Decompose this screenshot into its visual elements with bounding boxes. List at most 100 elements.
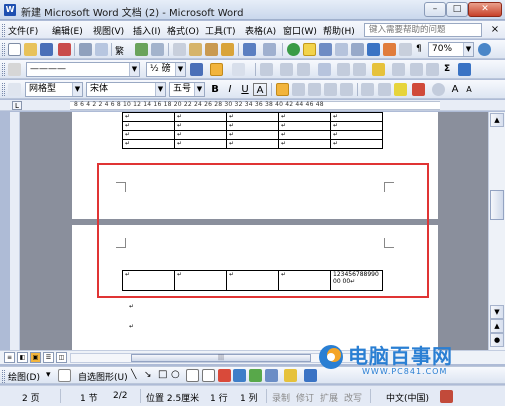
bold-button[interactable]: B (208, 83, 222, 96)
sort-ascending-icon[interactable] (410, 63, 423, 76)
columns-icon[interactable] (351, 43, 364, 56)
copy-icon[interactable] (189, 43, 202, 56)
toolbar-grip[interactable] (2, 83, 5, 96)
horizontal-ruler[interactable]: L 8 6 4 2 2 4 6 8 10 12 14 16 18 20 22 2… (0, 100, 505, 111)
table-cell[interactable]: ↵ (278, 121, 331, 131)
style-select[interactable]: 网格型 ▼ (25, 82, 83, 97)
font-size-select[interactable]: 五号 ▼ (169, 82, 205, 97)
table-cell[interactable]: ↵ (278, 112, 331, 122)
toolbar-grip[interactable] (2, 370, 5, 383)
table-autoformat-icon[interactable] (372, 63, 385, 76)
table-cell[interactable]: ↵ (174, 121, 227, 131)
help-search-input[interactable] (364, 23, 482, 37)
table-cell[interactable]: ↵ (226, 121, 279, 131)
paste-icon[interactable] (205, 43, 218, 56)
italic-button[interactable]: I (223, 83, 237, 96)
show-hide-icon[interactable] (399, 43, 412, 56)
menu-tools[interactable]: 工具(T) (205, 24, 236, 37)
toolbar-grip[interactable] (2, 43, 5, 56)
line-style-select[interactable]: ———— ▼ (26, 62, 140, 77)
table-cell[interactable]: ↵ (122, 130, 175, 140)
outline-view-icon[interactable]: ☰ (43, 352, 54, 363)
tables-borders-icon[interactable] (303, 43, 316, 56)
research-icon[interactable] (151, 43, 164, 56)
sort-descending-icon[interactable] (426, 63, 439, 76)
normal-view-icon[interactable]: ≡ (4, 352, 15, 363)
shrink-font-button[interactable]: A (462, 83, 476, 96)
status-overtype[interactable]: 改写 (344, 391, 362, 404)
font-select[interactable]: 宋体 ▼ (86, 82, 166, 97)
table-cell[interactable]: ↵ (122, 121, 175, 131)
diagram-icon[interactable] (233, 369, 246, 382)
table-cell[interactable]: ↵ (174, 130, 227, 140)
horizontal-scroll-thumb[interactable]: ||| (131, 354, 311, 362)
table-cell[interactable]: ↵ (174, 112, 227, 122)
outside-border-icon[interactable] (210, 63, 223, 76)
maximize-button[interactable]: □ (446, 2, 468, 17)
close-document-icon[interactable]: × (488, 23, 502, 37)
scroll-up-icon[interactable]: ▲ (490, 113, 504, 127)
undo-icon[interactable] (243, 43, 256, 56)
vertical-text-box-icon[interactable] (202, 369, 215, 382)
new-document-icon[interactable] (8, 43, 21, 56)
insert-table-dropdown-icon[interactable] (260, 63, 273, 76)
table-cell[interactable]: ↵ (226, 139, 279, 149)
draw-table-icon[interactable] (8, 63, 21, 76)
line-weight-select[interactable]: ½ 磅 ▼ (146, 62, 186, 77)
print-layout-view-icon[interactable]: ▣ (30, 352, 41, 363)
previous-page-icon[interactable]: ▲ (490, 319, 504, 333)
table-cell[interactable]: ↵ (174, 139, 227, 149)
scroll-down-icon[interactable]: ▼ (490, 305, 504, 319)
table-cell[interactable]: ↵ (278, 139, 331, 149)
table-cell[interactable]: ↵ (226, 130, 279, 140)
menu-table[interactable]: 表格(A) (245, 24, 276, 37)
table-cell[interactable]: ↵ (330, 121, 383, 131)
format-painter-icon[interactable] (221, 43, 234, 56)
tab-selector[interactable]: L (12, 101, 22, 110)
toolbar-grip[interactable] (2, 63, 5, 76)
reading-view-icon[interactable]: ◫ (56, 352, 67, 363)
drawing-icon[interactable] (367, 43, 380, 56)
status-record[interactable]: 录制 (272, 391, 290, 404)
font-color-icon[interactable] (412, 83, 425, 96)
align-icon[interactable] (318, 63, 331, 76)
insert-excel-icon[interactable] (335, 43, 348, 56)
autoshapes-menu[interactable]: 自选图形(U) (78, 370, 128, 383)
traditional-chinese-icon[interactable]: 繁 (115, 44, 124, 57)
split-cells-icon[interactable] (297, 63, 310, 76)
insert-table-icon[interactable] (319, 43, 332, 56)
vertical-ruler[interactable] (10, 112, 20, 350)
draw-menu[interactable]: 绘图(D) (8, 370, 40, 383)
highlight-icon[interactable] (394, 83, 407, 96)
scroll-thumb[interactable] (490, 190, 504, 220)
table-cell[interactable]: ↵ (122, 112, 175, 122)
close-button[interactable]: ✕ (468, 2, 502, 17)
border-color-icon[interactable] (190, 63, 203, 76)
align-left-icon[interactable] (276, 83, 289, 96)
help-icon[interactable] (478, 43, 491, 56)
cut-icon[interactable] (173, 43, 186, 56)
numbering-icon[interactable] (378, 83, 391, 96)
wordart-icon[interactable] (218, 369, 231, 382)
table-cell[interactable]: ↵ (226, 112, 279, 122)
arrow-icon[interactable]: ↘ (144, 370, 152, 380)
text-direction-icon[interactable] (392, 63, 405, 76)
minimize-button[interactable]: – (424, 2, 446, 17)
draw-menu-arrow[interactable]: ▾ (46, 370, 51, 380)
text-box-icon[interactable] (186, 369, 199, 382)
align-right-icon[interactable] (308, 83, 321, 96)
styles-pane-icon[interactable] (8, 83, 21, 96)
table-cell[interactable]: ↵ (330, 130, 383, 140)
table-page1[interactable]: ↵ ↵ ↵ ↵ ↵ ↵ ↵ ↵ ↵ ↵ ↵ ↵ ↵ ↵ ↵ ↵ ↵ ↵ ↵ ↵ (122, 112, 383, 149)
menu-insert[interactable]: 插入(I) (133, 24, 161, 37)
print-preview-icon[interactable] (95, 43, 108, 56)
rectangle-icon[interactable]: □ (158, 369, 167, 380)
picture-icon[interactable] (265, 369, 278, 382)
menu-file[interactable]: 文件(F) (8, 24, 38, 37)
redo-icon[interactable] (263, 43, 276, 56)
table-cell[interactable]: ↵ (330, 139, 383, 149)
toolbar-options-icon[interactable] (458, 63, 471, 76)
underline-button[interactable]: U (238, 83, 252, 96)
zoom-select[interactable]: 70% ▼ (428, 42, 474, 57)
enclose-characters-icon[interactable] (432, 83, 445, 96)
